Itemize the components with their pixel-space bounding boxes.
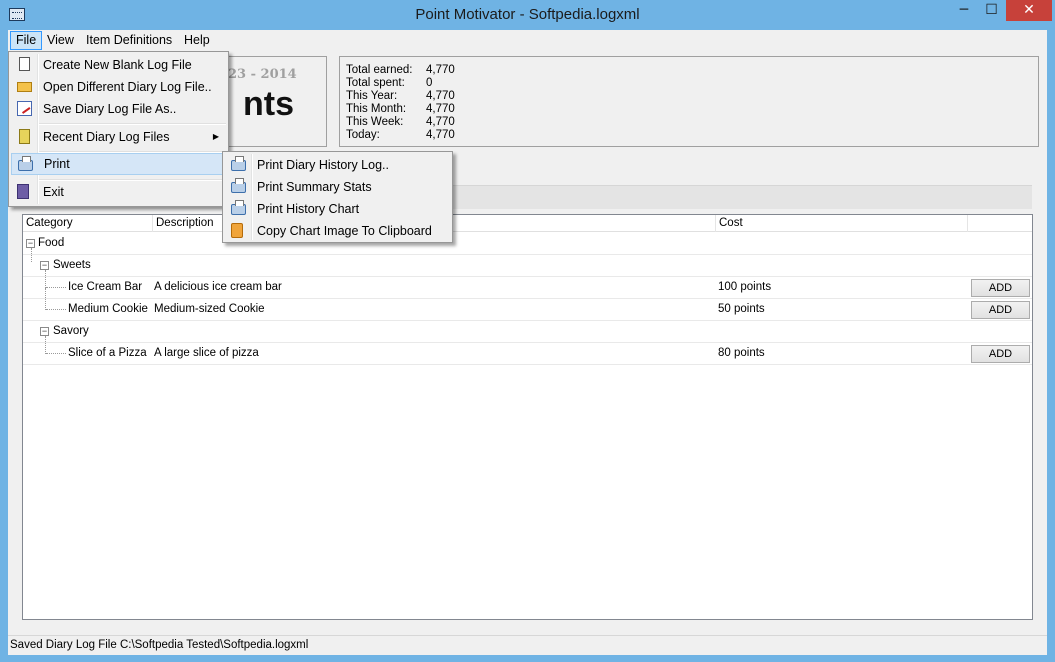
submenu-arrow-icon: ▶ xyxy=(212,132,219,141)
column-header-cost[interactable]: Cost xyxy=(716,215,968,232)
stats-panel: Total earned: 4,770 Total spent: 0 This Ye… xyxy=(339,56,1039,147)
menu-item-definitions[interactable]: Item Definitions xyxy=(81,31,177,50)
item-description: A delicious ice cream bar xyxy=(154,281,282,293)
item-cost: 80 points xyxy=(718,347,765,359)
points-heading: nts xyxy=(243,85,294,123)
printer-icon xyxy=(231,200,246,215)
maximize-button[interactable]: ☐ xyxy=(978,0,1005,21)
minimize-button[interactable]: ─ xyxy=(950,0,978,21)
menu-item-recent-files[interactable]: Recent Diary Log Files ▶ xyxy=(11,126,227,148)
save-as-icon xyxy=(17,101,32,116)
menu-item-print-summary-stats[interactable]: Print Summary Stats xyxy=(225,176,451,198)
category-row-savory[interactable]: − Savory xyxy=(23,321,1032,343)
menu-item-create-new-log[interactable]: Create New Blank Log File xyxy=(11,54,227,76)
menu-item-print-history-log[interactable]: Print Diary History Log.. xyxy=(225,154,451,176)
window-title: Point Motivator - Softpedia.logxml xyxy=(415,6,640,23)
category-label: Sweets xyxy=(53,259,91,271)
exit-door-icon xyxy=(17,184,29,199)
add-button[interactable]: ADD xyxy=(971,279,1030,297)
table-row[interactable]: Slice of a Pizza A large slice of pizza … xyxy=(23,336,1032,365)
collapse-icon[interactable]: − xyxy=(40,261,49,270)
file-menu: Create New Blank Log File Open Different… xyxy=(8,51,229,207)
item-description: A large slice of pizza xyxy=(154,347,259,359)
printer-icon xyxy=(231,178,246,193)
menu-help[interactable]: Help xyxy=(179,31,215,50)
menu-view[interactable]: View xyxy=(42,31,79,50)
table-row[interactable]: Ice Cream Bar A delicious ice cream bar … xyxy=(23,270,1032,299)
stat-this-week: This Week: 4,770 xyxy=(346,116,455,128)
category-label: Food xyxy=(38,237,65,249)
collapse-icon[interactable]: − xyxy=(26,239,35,248)
recent-files-icon xyxy=(19,129,30,144)
blank-page-icon xyxy=(19,57,30,71)
add-button[interactable]: ADD xyxy=(971,301,1030,319)
printer-icon xyxy=(231,156,246,171)
stat-total-spent: Total spent: 0 xyxy=(346,77,433,89)
collapse-icon[interactable]: − xyxy=(40,327,49,336)
app-window: Point Motivator - Softpedia.logxml ─ ☐ ✕… xyxy=(0,0,1055,662)
item-description: Medium-sized Cookie xyxy=(154,303,265,315)
title-bar[interactable]: Point Motivator - Softpedia.logxml ─ ☐ ✕ xyxy=(0,0,1055,30)
printer-icon xyxy=(18,156,33,171)
menu-item-print-history-chart[interactable]: Print History Chart xyxy=(225,198,451,220)
open-folder-icon xyxy=(17,82,32,92)
stat-today: Today: 4,770 xyxy=(346,129,455,141)
table-row[interactable]: Medium Cookie Medium-sized Cookie 50 poi… xyxy=(23,288,1032,321)
item-name: Ice Cream Bar xyxy=(68,281,143,293)
clipboard-icon xyxy=(231,223,243,238)
category-row-sweets[interactable]: − Sweets xyxy=(23,248,1032,277)
item-cost: 100 points xyxy=(718,281,772,293)
grid-header: Category Description Cost xyxy=(23,215,1032,232)
menu-separator xyxy=(39,123,226,125)
menu-bar: File View Item Definitions Help xyxy=(8,30,1047,51)
menu-item-print[interactable]: Print xyxy=(11,153,227,175)
status-bar: Saved Diary Log File C:\Softpedia Tested… xyxy=(8,635,1047,655)
print-submenu: Print Diary History Log.. Print Summary … xyxy=(222,151,453,243)
item-name: Medium Cookie xyxy=(68,303,148,315)
status-text: Saved Diary Log File C:\Softpedia Tested… xyxy=(10,639,309,651)
menu-file[interactable]: File xyxy=(10,31,43,50)
item-grid[interactable]: Category Description Cost − Food − Sweet… xyxy=(22,214,1033,620)
menu-item-save-as[interactable]: Save Diary Log File As.. xyxy=(11,98,227,120)
stat-this-year: This Year: 4,770 xyxy=(346,90,455,102)
item-name: Slice of a Pizza xyxy=(68,347,147,359)
category-row-food[interactable]: − Food xyxy=(23,233,1032,255)
menu-item-exit[interactable]: Exit xyxy=(11,181,227,203)
menu-item-open-log[interactable]: Open Different Diary Log File.. xyxy=(11,76,227,98)
stat-total-earned: Total earned: 4,770 xyxy=(346,64,455,76)
date-range: 23 - 2014 xyxy=(228,67,297,82)
stat-this-month: This Month: 4,770 xyxy=(346,103,455,115)
column-header-category[interactable]: Category xyxy=(23,215,153,232)
item-cost: 50 points xyxy=(718,303,765,315)
category-label: Savory xyxy=(53,325,89,337)
menu-item-copy-chart-image[interactable]: Copy Chart Image To Clipboard xyxy=(225,220,451,242)
close-button[interactable]: ✕ xyxy=(1006,0,1052,21)
add-button[interactable]: ADD xyxy=(971,345,1030,363)
